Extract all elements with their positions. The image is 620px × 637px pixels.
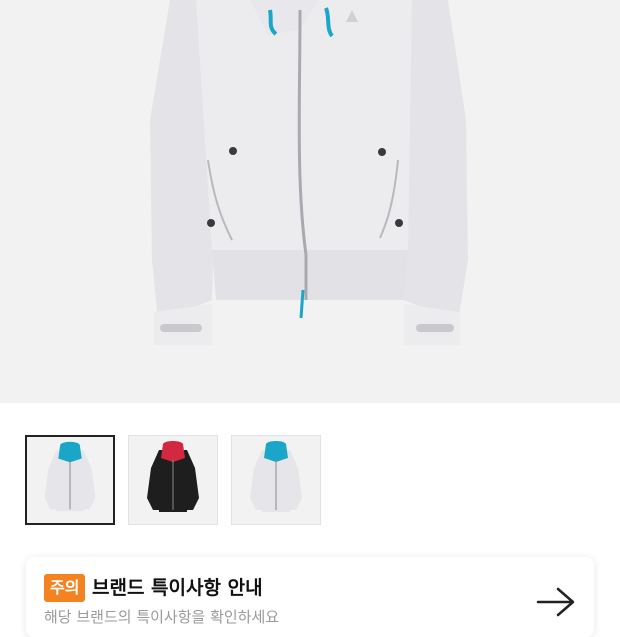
product-hero-image xyxy=(0,0,620,403)
thumbnail-list xyxy=(25,435,321,525)
hoodie-illustration xyxy=(150,0,468,345)
hoodie-thumbnail-icon xyxy=(147,441,199,512)
thumbnail-grey-hoodie[interactable] xyxy=(25,435,115,525)
arrow-right-icon[interactable] xyxy=(536,587,576,617)
thumbnail-black-hoodie[interactable] xyxy=(128,435,218,525)
notice-title: 브랜드 특이사항 안내 xyxy=(92,577,263,599)
brand-notice-card[interactable]: 주의 브랜드 특이사항 안내 해당 브랜드의 특이사항을 확인하세요 xyxy=(26,557,594,637)
hoodie-thumbnail-icon xyxy=(250,441,302,512)
hoodie-thumbnail-icon xyxy=(44,441,96,512)
caution-badge: 주의 xyxy=(44,574,86,602)
notice-subtitle: 해당 브랜드의 특이사항을 확인하세요 xyxy=(44,608,280,626)
thumbnail-grey-hoodie-alt[interactable] xyxy=(231,435,321,525)
